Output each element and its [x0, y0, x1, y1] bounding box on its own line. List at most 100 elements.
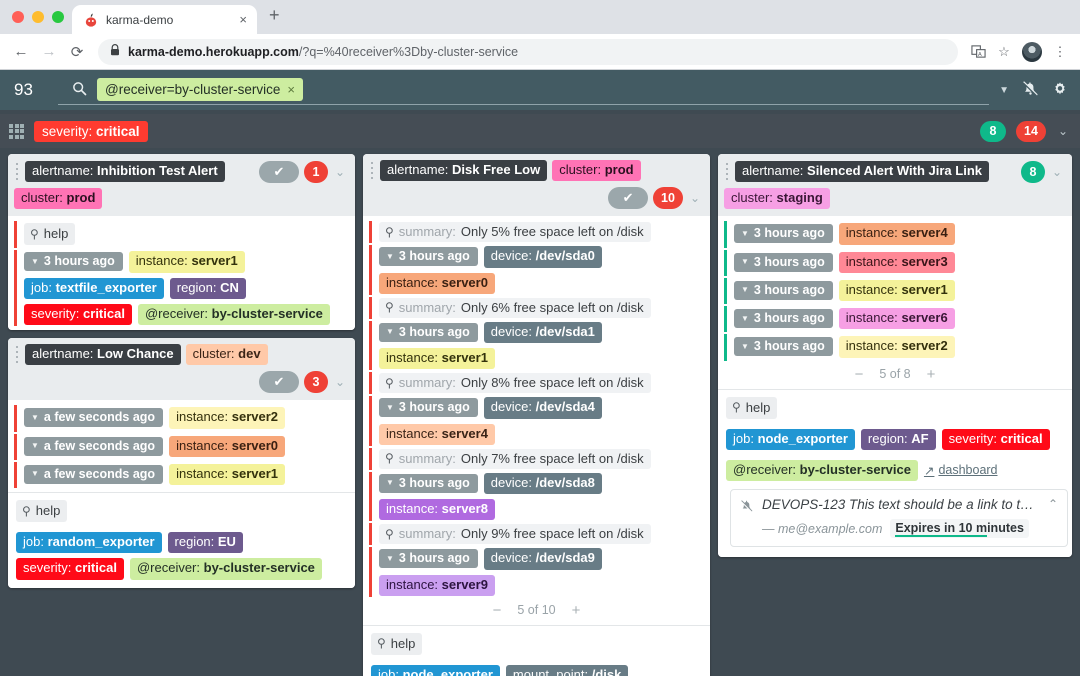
cluster-label[interactable]: cluster: prod — [552, 160, 641, 182]
label-severity[interactable]: severity: critical — [24, 303, 132, 325]
card-header[interactable]: alertname: Inhibition Test Alert ✔ 1 ⌄ c… — [8, 154, 355, 217]
summary-annotation[interactable]: ⚲ summary: Only 8% free space left on /dis… — [379, 373, 651, 394]
window-minimize-button[interactable] — [32, 11, 44, 23]
card-collapse-icon[interactable]: ⌄ — [1050, 165, 1064, 179]
reload-icon[interactable]: ⟳ — [64, 39, 90, 65]
gear-icon[interactable] — [1052, 81, 1068, 100]
silenced-badge[interactable]: ✔ — [608, 187, 649, 210]
tab-close-icon[interactable]: × — [237, 11, 249, 28]
dashboard-link[interactable]: ↗ dashboard — [924, 463, 998, 478]
label-instance[interactable]: instance: server2 — [838, 336, 955, 358]
drag-handle-icon[interactable] — [369, 162, 374, 180]
label-device[interactable]: device: /dev/sda1 — [483, 321, 602, 343]
label-job[interactable]: job: random_exporter — [16, 532, 162, 554]
help-annotation[interactable]: ⚲ help — [371, 632, 423, 655]
summary-annotation[interactable]: ⚲ summary: Only 7% free space left on /dis… — [379, 448, 651, 469]
timestamp-chip[interactable]: ▼ 3 hours ago — [734, 309, 833, 329]
window-maximize-button[interactable] — [52, 11, 64, 23]
alertname-label[interactable]: alertname: Inhibition Test Alert — [25, 160, 225, 183]
increase-icon[interactable]: + — [927, 366, 936, 383]
translate-icon[interactable]: A — [966, 40, 990, 64]
label-job[interactable]: job: textfile_exporter — [24, 277, 164, 299]
decrease-icon[interactable]: − — [855, 366, 864, 383]
label-instance[interactable]: instance: server4 — [379, 423, 495, 445]
timestamp-chip[interactable]: ▼ 3 hours ago — [379, 549, 478, 569]
label-instance[interactable]: instance: server0 — [379, 272, 495, 294]
alertname-label[interactable]: alertname: Silenced Alert With Jira Link — [735, 160, 989, 183]
cluster-label[interactable]: cluster: staging — [724, 188, 830, 210]
bell-slash-icon[interactable] — [1022, 80, 1039, 100]
grid-icon[interactable] — [9, 123, 24, 139]
label-region[interactable]: region: AF — [860, 428, 936, 450]
label-instance[interactable]: instance: server1 — [128, 251, 245, 273]
label-region[interactable]: region: EU — [167, 532, 243, 554]
silence-comment-box[interactable]: DEVOPS-123 This text should be a link to… — [730, 489, 1068, 547]
filter-chip-receiver[interactable]: @receiver=by-cluster-service × — [97, 78, 303, 101]
profile-avatar[interactable] — [1022, 41, 1042, 62]
label-instance[interactable]: instance: server1 — [169, 463, 286, 485]
label-instance[interactable]: instance: server0 — [169, 435, 286, 457]
summary-annotation[interactable]: ⚲ summary: Only 5% free space left on /dis… — [379, 222, 651, 243]
timestamp-chip[interactable]: ▼ 3 hours ago — [734, 337, 833, 357]
bookmark-star-icon[interactable]: ☆ — [992, 40, 1016, 64]
back-icon[interactable]: ← — [8, 39, 34, 65]
help-annotation[interactable]: ⚲ help — [24, 223, 76, 246]
decrease-icon[interactable]: − — [493, 602, 502, 619]
group-header-critical[interactable]: severity: critical 8 14 ⌄ — [0, 114, 1080, 148]
chevron-down-icon[interactable]: ▼ — [999, 85, 1009, 96]
browser-tab[interactable]: karma-demo × — [72, 5, 257, 34]
filter-remove-icon[interactable]: × — [287, 82, 295, 97]
label-instance[interactable]: instance: server9 — [379, 574, 495, 596]
window-close-button[interactable] — [12, 11, 24, 23]
card-collapse-icon[interactable]: ⌄ — [333, 375, 347, 389]
label-job[interactable]: job: node_exporter — [726, 428, 855, 450]
label-device[interactable]: device: /dev/sda8 — [483, 472, 602, 494]
alertname-label[interactable]: alertname: Disk Free Low — [380, 160, 548, 182]
label-receiver[interactable]: @receiver: by-cluster-service — [726, 459, 918, 481]
silenced-badge[interactable]: ✔ — [258, 371, 299, 394]
card-header[interactable]: alertname: Silenced Alert With Jira Link… — [718, 154, 1072, 217]
label-region[interactable]: region: CN — [169, 277, 246, 299]
timestamp-chip[interactable]: ▼ 3 hours ago — [734, 280, 833, 300]
drag-handle-icon[interactable] — [724, 163, 729, 180]
card-header[interactable]: alertname: Low Chance cluster: dev ✔ 3 ⌄ — [8, 338, 355, 401]
timestamp-chip[interactable]: ▼ 3 hours ago — [379, 473, 478, 493]
group-collapse-icon[interactable]: ⌄ — [1058, 124, 1068, 138]
browser-menu-icon[interactable]: ⋮ — [1048, 40, 1072, 64]
card-collapse-icon[interactable]: ⌄ — [688, 191, 702, 205]
chevron-up-icon[interactable]: ⌃ — [1048, 497, 1058, 511]
timestamp-chip[interactable]: ▼ a few seconds ago — [24, 464, 164, 484]
alertname-label[interactable]: alertname: Low Chance — [25, 344, 181, 366]
label-receiver[interactable]: @receiver: by-cluster-service — [129, 558, 322, 580]
label-instance[interactable]: instance: server1 — [838, 279, 955, 301]
label-instance[interactable]: instance: server3 — [838, 251, 955, 273]
summary-annotation[interactable]: ⚲ summary: Only 6% free space left on /dis… — [379, 297, 651, 318]
timestamp-chip[interactable]: ▼ 3 hours ago — [734, 224, 833, 244]
label-instance[interactable]: instance: server6 — [838, 308, 955, 330]
timestamp-chip[interactable]: ▼ 3 hours ago — [379, 247, 478, 267]
label-instance[interactable]: instance: server4 — [838, 223, 955, 245]
card-header[interactable]: alertname: Disk Free Low cluster: prod ✔… — [363, 154, 710, 217]
silence-comment-text[interactable]: DEVOPS-123 This text should be a link to… — [762, 497, 1040, 512]
summary-annotation[interactable]: ⚲ summary: Only 9% free space left on /dis… — [379, 524, 651, 545]
label-severity[interactable]: severity: critical — [16, 558, 124, 580]
timestamp-chip[interactable]: ▼ a few seconds ago — [24, 408, 164, 428]
label-device[interactable]: device: /dev/sda9 — [483, 548, 602, 570]
address-bar[interactable]: karma-demo.herokuapp.com/?q=%40receiver%… — [98, 38, 958, 65]
search-bar[interactable]: @receiver=by-cluster-service × — [58, 76, 990, 105]
help-annotation[interactable]: ⚲ help — [726, 396, 778, 419]
label-mount-point[interactable]: mount_point: /disk — [505, 664, 629, 676]
card-collapse-icon[interactable]: ⌄ — [333, 165, 347, 179]
timestamp-chip[interactable]: ▼ 3 hours ago — [379, 398, 478, 418]
help-annotation[interactable]: ⚲ help — [16, 500, 68, 522]
timestamp-chip[interactable]: ▼ 3 hours ago — [734, 252, 833, 272]
label-severity[interactable]: severity: critical — [941, 428, 1050, 450]
timestamp-chip[interactable]: ▼ 3 hours ago — [24, 252, 123, 272]
timestamp-chip[interactable]: ▼ 3 hours ago — [379, 322, 478, 342]
new-tab-icon[interactable]: + — [257, 6, 290, 28]
increase-icon[interactable]: + — [572, 602, 581, 619]
forward-icon[interactable]: → — [36, 39, 62, 65]
label-receiver[interactable]: @receiver: by-cluster-service — [137, 303, 330, 325]
label-instance[interactable]: instance: server8 — [379, 499, 495, 521]
label-instance[interactable]: instance: server2 — [169, 407, 286, 429]
